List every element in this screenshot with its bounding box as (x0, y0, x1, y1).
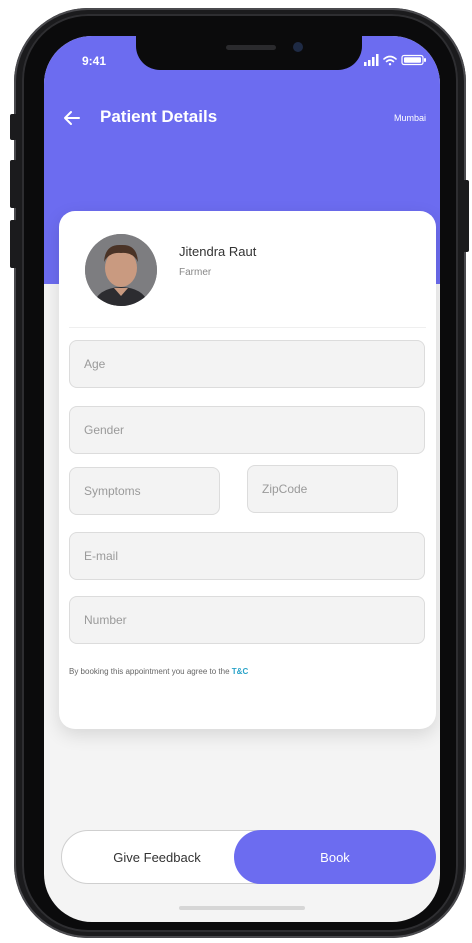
volume-up-button (10, 160, 17, 208)
avatar (85, 234, 157, 306)
age-field[interactable]: Age (69, 340, 425, 388)
title-bar: Patient Details Mumbai (62, 106, 426, 130)
symptoms-field[interactable]: Symptoms (69, 467, 220, 515)
card-divider (69, 327, 426, 328)
signal-icon (364, 54, 379, 66)
terms-text: By booking this appointment you agree to… (69, 667, 232, 676)
status-icons (364, 53, 428, 66)
email-field[interactable]: E-mail (69, 532, 425, 580)
speaker-grille (226, 45, 276, 50)
gender-field[interactable]: Gender (69, 406, 425, 454)
terms-notice: By booking this appointment you agree to… (69, 667, 248, 676)
action-bar: Give Feedback Book (61, 830, 436, 884)
zipcode-placeholder: ZipCode (262, 482, 308, 496)
location-label[interactable]: Mumbai (394, 113, 426, 123)
patient-card: Jitendra Raut Farmer Age Gender Symptoms… (59, 211, 436, 729)
power-button (463, 180, 469, 252)
age-placeholder: Age (84, 357, 106, 371)
zipcode-field[interactable]: ZipCode (247, 465, 398, 513)
terms-link[interactable]: T&C (232, 667, 248, 676)
page-title: Patient Details (100, 107, 218, 126)
front-camera (293, 42, 303, 52)
give-feedback-button[interactable]: Give Feedback (62, 831, 252, 883)
app-screen: 9:41 Patient Details Mumbai Jitendra Rau… (44, 36, 440, 922)
volume-down-button (10, 220, 17, 268)
number-placeholder: Number (84, 613, 127, 627)
patient-name: Jitendra Raut (179, 244, 257, 259)
status-time: 9:41 (82, 54, 107, 68)
number-field[interactable]: Number (69, 596, 425, 644)
back-arrow-icon[interactable] (62, 108, 82, 128)
symptoms-placeholder: Symptoms (84, 484, 141, 498)
home-indicator[interactable] (179, 906, 305, 910)
gender-placeholder: Gender (84, 423, 125, 437)
phone-notch (136, 36, 362, 70)
patient-occupation: Farmer (179, 267, 212, 278)
email-placeholder: E-mail (84, 549, 119, 563)
silent-switch (10, 114, 17, 140)
book-button[interactable]: Book (234, 830, 436, 884)
wifi-icon (383, 55, 397, 66)
battery-icon (401, 54, 426, 66)
